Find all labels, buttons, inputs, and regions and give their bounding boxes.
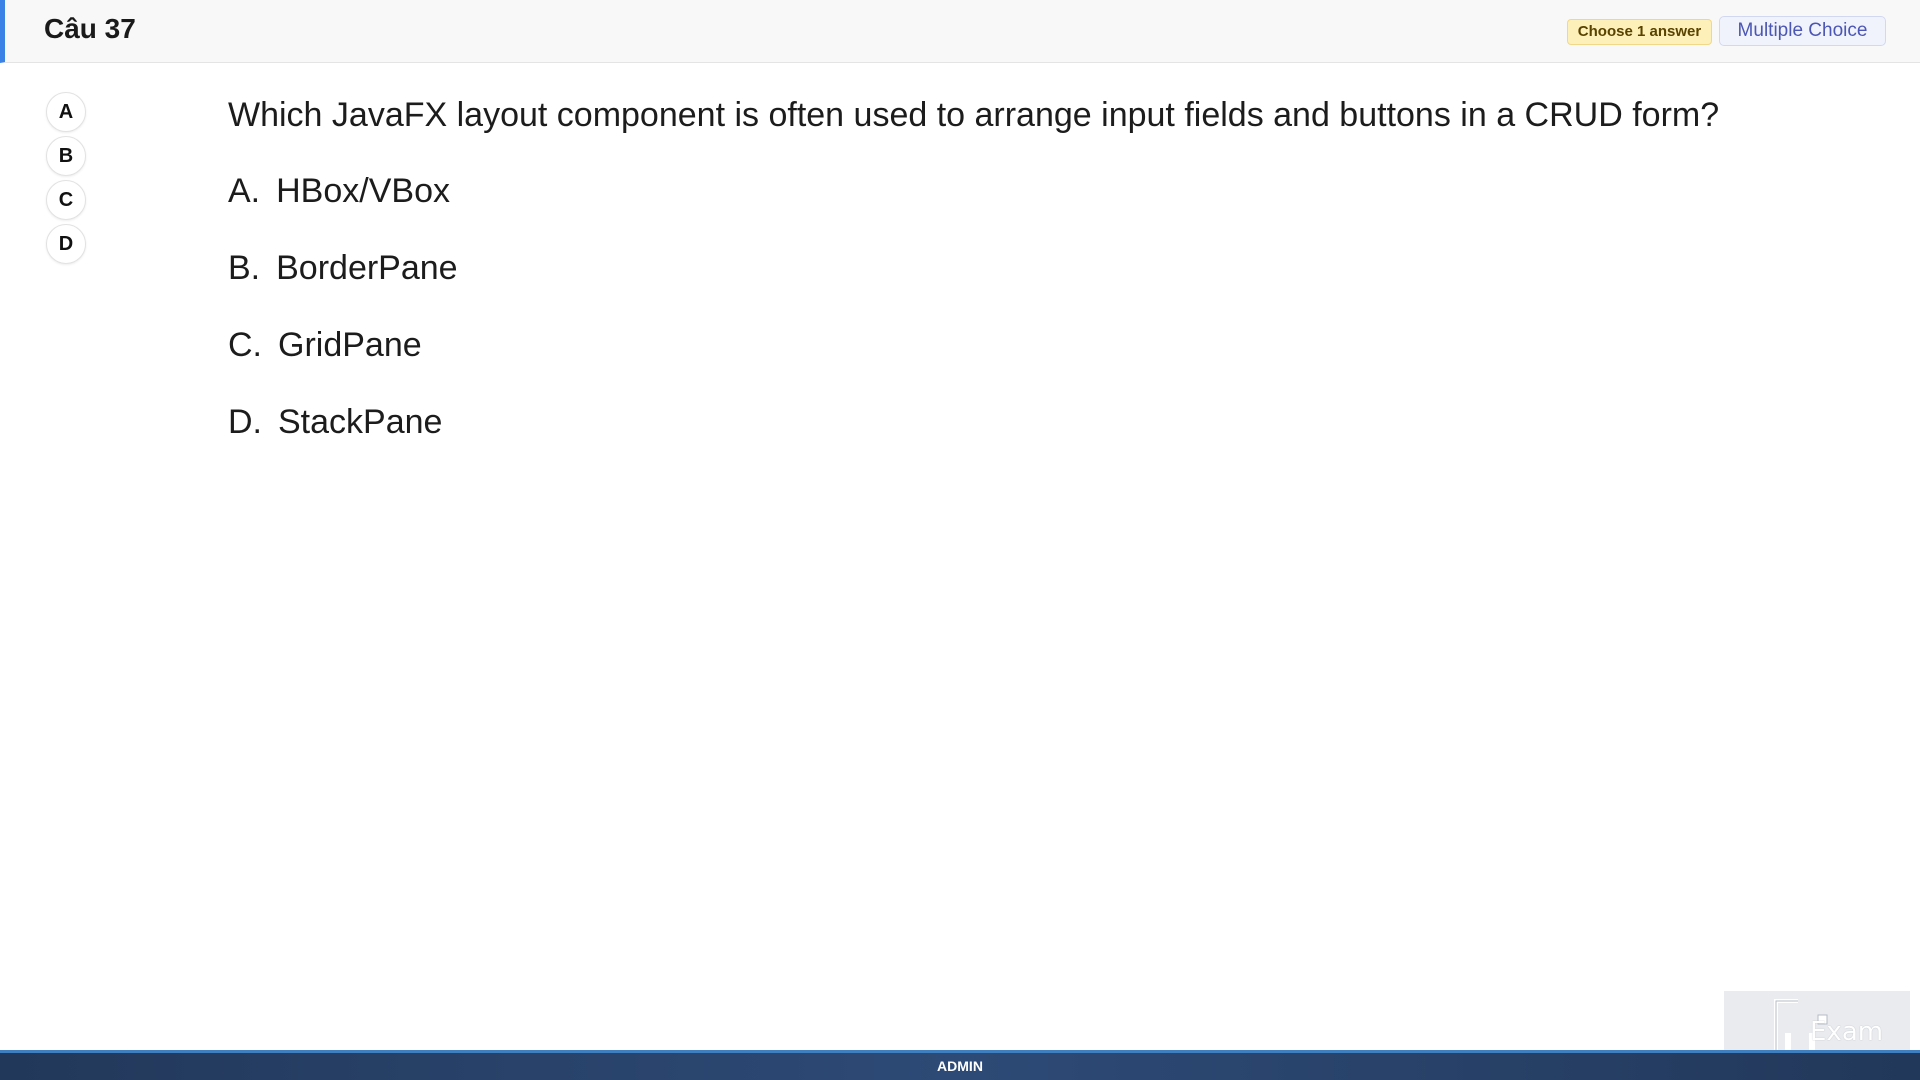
option-c[interactable]: C. GridPane [228, 326, 458, 403]
page-title: Câu 37 [44, 13, 136, 44]
option-list: A. HBox/VBox B. BorderPane C. GridPane D. St… [228, 172, 458, 480]
option-d[interactable]: D. StackPane [228, 403, 458, 480]
option-a[interactable]: A. HBox/VBox [228, 172, 458, 249]
answer-button-b[interactable]: B [46, 136, 86, 176]
footer-user-label: ADMIN [937, 1058, 983, 1074]
option-label: StackPane [278, 403, 443, 441]
option-letter: C. [228, 326, 262, 364]
footer-bar: ADMIN [0, 1050, 1920, 1080]
option-letter: A. [228, 172, 261, 210]
choose-answer-badge: Choose 1 answer [1567, 19, 1712, 45]
page-header: Câu 37 Choose 1 answer Multiple Choice [0, 0, 1920, 63]
option-label: BorderPane [276, 249, 458, 287]
option-label: HBox/VBox [276, 172, 450, 210]
question-type-badge: Multiple Choice [1719, 16, 1886, 46]
answer-selector: A B C D [46, 92, 86, 268]
question-text: Which JavaFX layout component is often u… [228, 96, 1720, 134]
option-letter: D. [228, 403, 262, 441]
answer-button-c[interactable]: C [46, 180, 86, 220]
answer-button-a[interactable]: A [46, 92, 86, 132]
option-label: GridPane [278, 326, 422, 364]
option-b[interactable]: B. BorderPane [228, 249, 458, 326]
logo-text: Exam [1810, 1017, 1884, 1047]
option-letter: B. [228, 249, 261, 287]
answer-button-d[interactable]: D [46, 224, 86, 264]
